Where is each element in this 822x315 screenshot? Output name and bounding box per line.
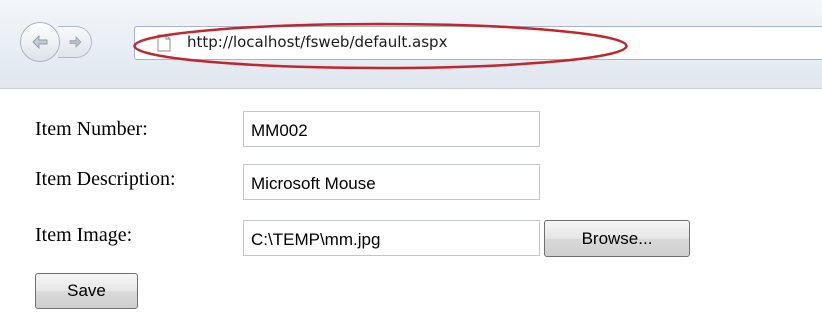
save-button[interactable]: Save (35, 273, 138, 309)
forward-arrow-icon (69, 36, 82, 48)
navigation-buttons (20, 22, 126, 62)
back-button[interactable] (20, 22, 60, 62)
browser-toolbar: http://localhost/fsweb/default.aspx (0, 0, 822, 89)
forward-button[interactable] (58, 26, 92, 58)
item-image-path-input[interactable] (243, 220, 540, 256)
browse-button[interactable]: Browse... (544, 220, 690, 257)
item-number-label: Item Number: (35, 118, 148, 140)
page-icon (157, 34, 171, 52)
item-description-input[interactable] (243, 164, 540, 200)
address-bar[interactable]: http://localhost/fsweb/default.aspx (134, 26, 822, 60)
item-description-label: Item Description: (35, 168, 176, 190)
back-arrow-icon (32, 34, 48, 50)
item-number-input[interactable] (243, 111, 540, 147)
item-image-label: Item Image: (35, 224, 133, 246)
url-text[interactable]: http://localhost/fsweb/default.aspx (187, 33, 447, 51)
